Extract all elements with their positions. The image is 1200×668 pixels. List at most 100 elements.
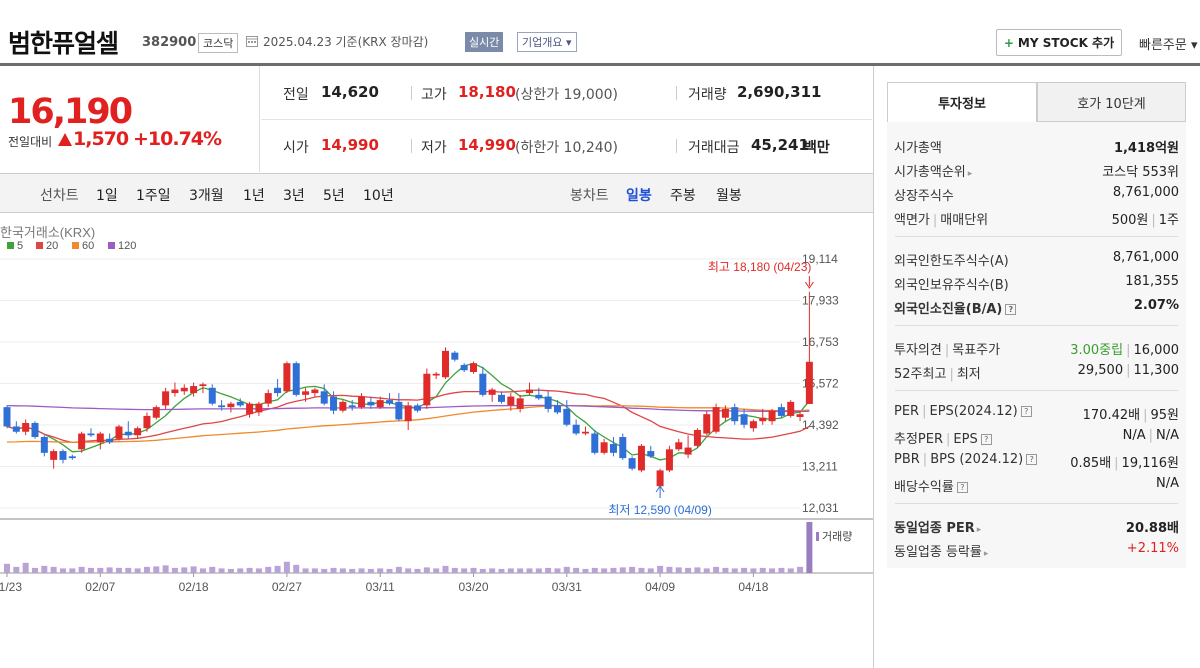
period-1w[interactable]: 1주일 xyxy=(136,185,171,205)
volume-bar xyxy=(442,565,449,573)
candle-body xyxy=(432,373,440,376)
price-chart[interactable]: 19,11417,93316,75315,57214,39213,21112,0… xyxy=(0,214,873,600)
est-per-label: 추정PER xyxy=(894,432,944,447)
volume-bar xyxy=(507,568,514,573)
candle-monthly[interactable]: 월봉 xyxy=(716,185,742,205)
candle-body xyxy=(68,456,76,459)
volume-bar xyxy=(218,568,225,573)
volume-bar xyxy=(190,566,197,573)
period-5y[interactable]: 5년 xyxy=(323,185,345,205)
volume-bar xyxy=(675,567,682,573)
volume-bar xyxy=(115,567,122,573)
help-icon[interactable]: ? xyxy=(1026,454,1038,465)
candle-body xyxy=(12,426,20,432)
volume-bar xyxy=(470,567,477,573)
week52-row-value: 29,500 | 11,300 xyxy=(1078,363,1179,378)
foreign-limit-value: 8,761,000 xyxy=(1112,250,1179,265)
help-icon[interactable]: ? xyxy=(1020,406,1032,417)
chevron-right-icon: ▸ xyxy=(983,549,989,559)
prev-close-label: 전일 xyxy=(283,87,309,103)
period-10y[interactable]: 10년 xyxy=(363,185,394,205)
candle-body xyxy=(87,433,95,436)
candle-daily[interactable]: 일봉 xyxy=(626,185,652,205)
corp-overview-button[interactable]: 기업개요 ▾ xyxy=(517,32,577,52)
open-label: 시가 xyxy=(283,140,309,156)
market-cap-rank-link[interactable]: 시가총액순위 ▸ xyxy=(894,161,972,180)
volume-bar xyxy=(4,563,10,573)
my-stock-add-label: MY STOCK 추가 xyxy=(1017,36,1115,50)
divider: | xyxy=(1148,428,1153,443)
candle-body xyxy=(59,451,67,460)
low-value: 14,990 xyxy=(458,136,516,154)
candle-body xyxy=(591,433,599,453)
pbr-row-label: PBR | BPS (2024.12)? xyxy=(894,452,1038,467)
help-icon[interactable]: ? xyxy=(956,482,968,493)
tab-invest-info[interactable]: 투자정보 xyxy=(887,82,1037,122)
period-1y[interactable]: 1년 xyxy=(243,185,265,205)
volume-bar xyxy=(255,568,262,573)
candle-body xyxy=(684,447,692,455)
candle-body xyxy=(693,429,701,446)
volume-bar xyxy=(619,567,626,573)
low-label: 저가 xyxy=(421,140,447,156)
volume-bar xyxy=(13,566,20,573)
volume-bar xyxy=(545,567,552,573)
period-3y[interactable]: 3년 xyxy=(283,185,305,205)
candle-body xyxy=(358,396,366,408)
candle-chart-label: 봉차트 xyxy=(570,188,609,204)
volume-bar xyxy=(227,568,234,573)
candle-body xyxy=(339,401,347,411)
realtime-button[interactable]: 실시간 xyxy=(465,32,504,52)
calendar-icon xyxy=(246,36,258,47)
candle-body xyxy=(190,386,198,394)
y-tick-label: 12,031 xyxy=(802,501,839,515)
legend-swatch xyxy=(108,242,115,249)
period-3m[interactable]: 3개월 xyxy=(189,185,224,205)
candle-body xyxy=(106,438,114,443)
candle-body xyxy=(96,433,104,443)
volume-bar xyxy=(97,567,104,573)
my-stock-add-button[interactable]: + MY STOCK 추가 xyxy=(996,29,1122,56)
y-tick-label: 16,753 xyxy=(802,335,839,349)
candle-body xyxy=(423,373,431,406)
open-value: 14,990 xyxy=(321,136,379,154)
face-value: 500원 xyxy=(1111,213,1149,228)
candle-body xyxy=(581,431,589,434)
market-cap-value: 1,418억원 xyxy=(1113,141,1179,156)
candle-body xyxy=(330,396,338,411)
eps-label: EPS(2024.12) xyxy=(929,404,1018,419)
candle-body xyxy=(386,400,394,404)
legend-swatch xyxy=(7,242,14,249)
volume-bar xyxy=(31,567,38,573)
volume-bar xyxy=(563,566,570,573)
volume-label: 거래량 xyxy=(688,87,727,103)
peer-change-link[interactable]: 동일업종 등락률 ▸ xyxy=(894,541,988,560)
week52-low: 11,300 xyxy=(1133,363,1180,378)
x-tick-label: 03/20 xyxy=(458,580,488,594)
divider xyxy=(676,139,677,153)
candle-weekly[interactable]: 주봉 xyxy=(670,185,696,205)
candle-body xyxy=(647,451,655,457)
pbr-value: 0.85배 xyxy=(1070,456,1112,471)
volume-bar xyxy=(367,568,374,573)
candle-body xyxy=(162,391,170,406)
volume-bar xyxy=(171,567,178,573)
x-tick-label: 02/18 xyxy=(179,580,209,594)
candle-body xyxy=(404,405,412,422)
help-icon[interactable]: ? xyxy=(980,434,992,445)
reference-date: 2025.04.23 기준(KRX 장마감) xyxy=(263,35,429,49)
candle-body xyxy=(768,410,776,422)
tab-hoga-10[interactable]: 호가 10단계 xyxy=(1037,82,1186,122)
help-icon[interactable]: ? xyxy=(1005,304,1017,315)
peer-per-link[interactable]: 동일업종 PER ▸ xyxy=(894,517,981,536)
face-value-row-value: 500원 | 1주 xyxy=(1112,209,1179,228)
high-label: 고가 xyxy=(421,87,447,103)
candle-body xyxy=(31,422,39,438)
trade-value: 45,241 xyxy=(751,136,809,154)
period-1d[interactable]: 1일 xyxy=(96,185,118,205)
candle-body xyxy=(721,408,729,418)
volume-bar xyxy=(535,568,542,573)
quick-order-button[interactable]: 빠른주문 ▾ xyxy=(1139,34,1198,53)
legend-label: 20 xyxy=(46,240,58,252)
x-tick-label: 01/23 xyxy=(0,580,22,594)
